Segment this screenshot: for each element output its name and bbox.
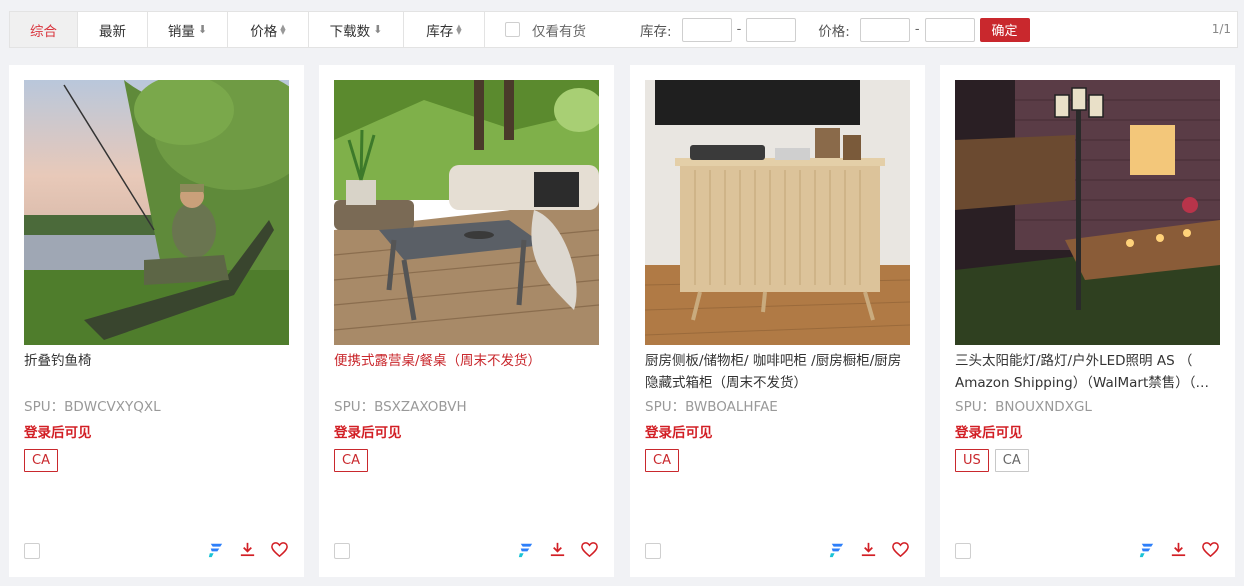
heart-icon[interactable] <box>270 540 289 559</box>
tab-stock[interactable]: 库存 ▲ ▼ <box>404 12 485 47</box>
product-spu: SPU：BDWCVXYQXL <box>24 399 161 415</box>
confirm-button[interactable]: 确定 <box>979 17 1030 42</box>
region-tags: US CA <box>955 449 1029 472</box>
product-title[interactable]: 厨房侧板/储物柜/ 咖啡吧柜 /厨房橱柜/厨房隐藏式箱柜（周末不发货） <box>645 350 911 394</box>
select-checkbox[interactable] <box>24 543 40 559</box>
region-tag: CA <box>334 449 368 472</box>
card-actions <box>516 540 599 559</box>
range-dash: - <box>914 22 920 37</box>
tab-stock-label: 库存 <box>426 23 454 40</box>
stock-max-input[interactable] <box>746 17 797 42</box>
product-title[interactable]: 便携式露营桌/餐桌（周末不发货） <box>334 350 600 372</box>
instock-label: 仅看有货 <box>532 23 586 40</box>
product-card[interactable]: 便携式露营桌/餐桌（周末不发货） SPU：BSXZAXOBVH 登录后可见 CA <box>319 65 614 577</box>
brand-f-icon[interactable] <box>1137 540 1156 559</box>
download-icon[interactable] <box>238 540 257 559</box>
product-image[interactable] <box>955 80 1220 345</box>
download-icon[interactable] <box>1169 540 1188 559</box>
login-to-view-price[interactable]: 登录后可见 <box>334 421 402 441</box>
range-dash: - <box>736 22 742 37</box>
sideboard-photo <box>645 80 910 345</box>
filter-toolbar: 综合 最新 销量 ⬇ 价格 ▲ ▼ 下载数 ⬇ 库存 ▲ ▼ 仅看有货 库存: - … <box>9 11 1238 48</box>
region-tags: CA <box>334 449 368 472</box>
stock-min-input[interactable] <box>681 17 732 42</box>
price-max-input[interactable] <box>924 17 975 42</box>
region-tag: CA <box>24 449 58 472</box>
product-card[interactable]: 三头太阳能灯/路灯/户外LED照明 AS （ Amazon Shipping）（… <box>940 65 1235 577</box>
tab-latest[interactable]: 最新 <box>78 12 148 47</box>
tab-price[interactable]: 价格 ▲ ▼ <box>228 12 309 47</box>
login-to-view-price[interactable]: 登录后可见 <box>645 421 713 441</box>
heart-icon[interactable] <box>891 540 910 559</box>
card-actions <box>1137 540 1220 559</box>
sort-updown-icon: ▲ ▼ <box>280 22 286 36</box>
tab-price-label: 价格 <box>250 23 278 40</box>
product-title[interactable]: 折叠钓鱼椅 <box>24 350 290 372</box>
region-tags: CA <box>24 449 58 472</box>
brand-f-icon[interactable] <box>827 540 846 559</box>
tab-sales-label: 销量 <box>167 23 195 40</box>
product-spu: SPU：BSXZAXOBVH <box>334 399 467 415</box>
product-title[interactable]: 三头太阳能灯/路灯/户外LED照明 AS （ Amazon Shipping）（… <box>955 350 1221 394</box>
sort-updown-icon: ▲ ▼ <box>456 22 462 36</box>
region-tag: CA <box>994 449 1029 472</box>
select-checkbox[interactable] <box>334 543 350 559</box>
tab-sales[interactable]: 销量 ⬇ <box>148 12 228 47</box>
product-image[interactable] <box>645 80 910 345</box>
card-actions <box>827 540 910 559</box>
price-range-label: 价格: <box>818 23 850 40</box>
tab-downloads[interactable]: 下载数 ⬇ <box>309 12 404 47</box>
instock-only-toggle[interactable]: 仅看有货 <box>505 20 586 40</box>
product-spu: SPU：BNOUXNDXGL <box>955 399 1092 415</box>
fishing-chair-photo <box>24 80 289 345</box>
region-tag: CA <box>645 449 679 472</box>
arrow-down-icon: ⬇ <box>197 23 208 36</box>
heart-icon[interactable] <box>580 540 599 559</box>
heart-icon[interactable] <box>1201 540 1220 559</box>
price-min-input[interactable] <box>859 17 910 42</box>
solar-lamp-photo <box>955 80 1220 345</box>
brand-f-icon[interactable] <box>516 540 535 559</box>
stock-range-label: 库存: <box>640 23 672 40</box>
download-icon[interactable] <box>859 540 878 559</box>
instock-checkbox[interactable] <box>505 22 520 37</box>
brand-f-icon[interactable] <box>206 540 225 559</box>
tab-comprehensive-label: 综合 <box>30 23 57 40</box>
select-checkbox[interactable] <box>645 543 661 559</box>
tab-latest-label: 最新 <box>99 23 126 40</box>
region-tag: US <box>955 449 989 472</box>
card-actions <box>206 540 289 559</box>
product-card[interactable]: 厨房侧板/储物柜/ 咖啡吧柜 /厨房橱柜/厨房隐藏式箱柜（周末不发货） SPU：… <box>630 65 925 577</box>
product-image[interactable] <box>24 80 289 345</box>
tab-downloads-label: 下载数 <box>329 23 371 40</box>
tab-comprehensive[interactable]: 综合 <box>10 12 78 47</box>
select-checkbox[interactable] <box>955 543 971 559</box>
login-to-view-price[interactable]: 登录后可见 <box>955 421 1023 441</box>
product-image[interactable] <box>334 80 599 345</box>
arrow-down-icon: ⬇ <box>373 23 383 36</box>
login-to-view-price[interactable]: 登录后可见 <box>24 421 92 441</box>
region-tags: CA <box>645 449 679 472</box>
product-spu: SPU：BWBOALHFAE <box>645 399 778 415</box>
product-card[interactable]: 折叠钓鱼椅 SPU：BDWCVXYQXL 登录后可见 CA <box>9 65 304 577</box>
camping-table-photo <box>334 80 599 345</box>
page-indicator: 1/1 <box>1211 22 1231 36</box>
download-icon[interactable] <box>548 540 567 559</box>
